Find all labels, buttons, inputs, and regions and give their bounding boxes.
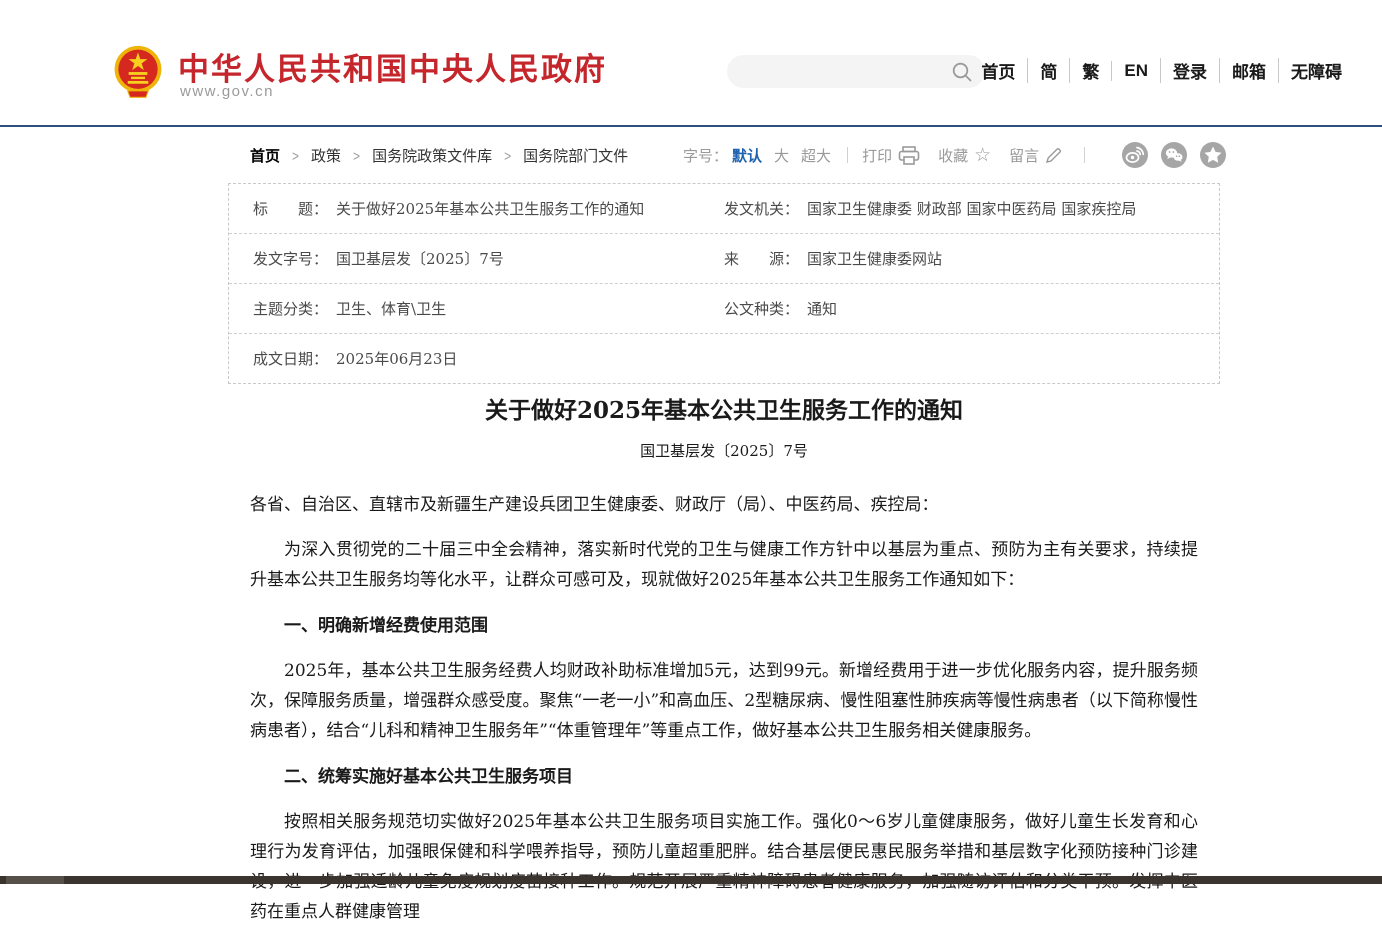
paragraph-section-1: 2025年，基本公共卫生服务经费人均财政补助标准增加5元，达到99元。新增经费用…: [250, 656, 1198, 746]
search-icon[interactable]: [951, 61, 973, 83]
comment-label: 留言: [1009, 145, 1039, 166]
national-emblem-icon: [113, 44, 163, 102]
document-number: 国卫基层发〔2025〕7号: [250, 440, 1198, 461]
meta-source-label: 来 源：: [724, 248, 799, 269]
section-heading-1: 一、明确新增经费使用范围: [250, 611, 1198, 641]
qzone-icon[interactable]: [1200, 142, 1226, 168]
meta-doc-type-label: 公文种类：: [724, 298, 799, 319]
paragraph-salutation: 各省、自治区、直辖市及新疆生产建设兵团卫生健康委、财政厅（局）、中医药局、疾控局…: [250, 490, 1198, 520]
breadcrumb-home[interactable]: 首页: [250, 145, 280, 166]
paragraph-section-2: 按照相关服务规范切实做好2025年基本公共卫生服务项目实施工作。强化0～6岁儿童…: [250, 807, 1198, 927]
bottom-edge-bar-segment: [6, 876, 64, 884]
print-label: 打印: [862, 145, 892, 166]
header-divider: [0, 125, 1382, 127]
table-row: 成文日期： 2025年06月23日: [229, 334, 1219, 383]
meta-doc-no-value: 国卫基层发〔2025〕7号: [336, 248, 504, 269]
search-input[interactable]: [743, 59, 947, 86]
comment-button[interactable]: 留言: [1009, 145, 1062, 166]
meta-topic-label: 主题分类：: [253, 298, 328, 319]
print-button[interactable]: 打印: [862, 145, 920, 166]
table-row: 主题分类： 卫生、体育\卫生 公文种类： 通知: [229, 284, 1219, 334]
breadcrumb-current: 国务院部门文件: [523, 145, 628, 166]
bottom-edge-bar: [0, 876, 1382, 884]
font-size-label: 字号：: [683, 145, 728, 166]
star-icon: ☆: [974, 146, 991, 165]
share-buttons: [1109, 142, 1226, 168]
chevron-right-icon: >: [353, 147, 360, 164]
chevron-right-icon: >: [292, 147, 299, 164]
meta-topic-value: 卫生、体育\卫生: [336, 298, 446, 319]
breadcrumb-policy[interactable]: 政策: [311, 145, 341, 166]
breadcrumb: 首页 > 政策 > 国务院政策文件库 > 国务院部门文件: [250, 145, 628, 166]
document-body: 关于做好2025年基本公共卫生服务工作的通知 国卫基层发〔2025〕7号 各省、…: [250, 390, 1198, 927]
meta-title-value: 关于做好2025年基本公共卫生服务工作的通知: [336, 198, 644, 219]
toolbar-divider: [1084, 147, 1085, 163]
site-url: www.gov.cn: [180, 83, 274, 100]
font-size-xlarge-button[interactable]: 超大: [801, 145, 831, 166]
site-header: 中华人民共和国中央人民政府 www.gov.cn 首页 简 繁 EN 登录 邮箱…: [0, 0, 1382, 125]
printer-icon: [898, 146, 920, 165]
nav-mailbox[interactable]: 邮箱: [1219, 58, 1266, 83]
table-row: 发文字号： 国卫基层发〔2025〕7号 来 源： 国家卫生健康委网站: [229, 234, 1219, 284]
site-logo[interactable]: 中华人民共和国中央人民政府 www.gov.cn: [113, 42, 573, 104]
meta-date-label: 成文日期：: [253, 348, 328, 369]
document-meta-table: 标 题： 关于做好2025年基本公共卫生服务工作的通知 发文机关： 国家卫生健康…: [228, 183, 1220, 384]
favorite-button[interactable]: 收藏 ☆: [938, 145, 991, 166]
pencil-icon: [1045, 147, 1062, 164]
font-size-default-button[interactable]: 默认: [732, 145, 762, 166]
nav-accessibility[interactable]: 无障碍: [1278, 58, 1342, 83]
toolbar-divider: [847, 147, 848, 163]
paragraph-intro: 为深入贯彻党的二十届三中全会精神，落实新时代党的卫生与健康工作方针中以基层为重点…: [250, 535, 1198, 595]
nav-home[interactable]: 首页: [981, 58, 1015, 83]
chevron-right-icon: >: [504, 147, 511, 164]
nav-login[interactable]: 登录: [1160, 58, 1207, 83]
nav-simplified[interactable]: 简: [1027, 58, 1057, 83]
table-row: 标 题： 关于做好2025年基本公共卫生服务工作的通知 发文机关： 国家卫生健康…: [229, 184, 1219, 234]
meta-title-label: 标 题：: [253, 198, 328, 219]
section-heading-2: 二、统筹实施好基本公共卫生服务项目: [250, 762, 1198, 792]
favorite-label: 收藏: [938, 145, 968, 166]
meta-date-value: 2025年06月23日: [336, 348, 457, 369]
meta-issuer-value: 国家卫生健康委 财政部 国家中医药局 国家疾控局: [807, 198, 1136, 219]
meta-doc-no-label: 发文字号：: [253, 248, 328, 269]
wechat-icon[interactable]: [1161, 142, 1187, 168]
meta-source-value: 国家卫生健康委网站: [807, 248, 942, 269]
font-size-large-button[interactable]: 大: [774, 145, 789, 166]
weibo-icon[interactable]: [1122, 142, 1148, 168]
nav-english[interactable]: EN: [1111, 61, 1148, 81]
breadcrumb-policy-library[interactable]: 国务院政策文件库: [372, 145, 492, 166]
article-toolbar: 字号： 默认 大 超大 打印 收藏 ☆ 留言: [683, 142, 1226, 168]
page-title: 关于做好2025年基本公共卫生服务工作的通知: [250, 396, 1198, 426]
meta-issuer-label: 发文机关：: [724, 198, 799, 219]
meta-doc-type-value: 通知: [807, 298, 837, 319]
top-nav: 首页 简 繁 EN 登录 邮箱 无障碍: [981, 58, 1342, 83]
search-box: [727, 55, 985, 88]
nav-traditional[interactable]: 繁: [1069, 58, 1099, 83]
